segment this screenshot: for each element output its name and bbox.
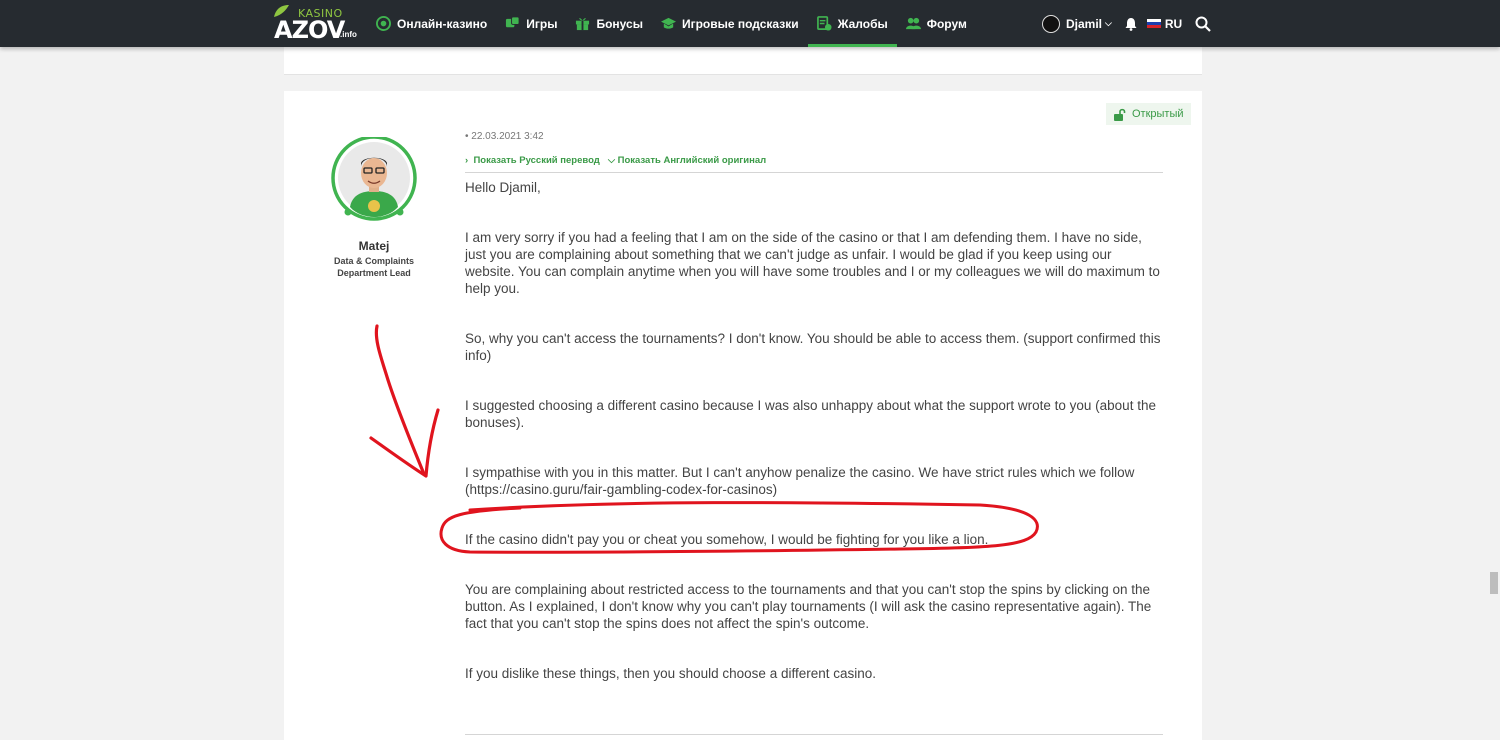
link-label: Показать Английский оригинал [617,155,767,166]
post-body: Hello Djamil, I am very sorry if you had… [465,179,1163,682]
author-role-line: Department Lead [337,268,411,278]
nav-item-gaming-tips[interactable]: Игровые подсказки [652,0,808,47]
status-badge: Открытый [1106,103,1191,125]
previous-post-card [284,47,1202,75]
nav-item-online-casino[interactable]: Онлайн-казино [376,0,496,47]
divider [465,734,1163,735]
author-name[interactable]: Matej [330,239,418,253]
top-navigation-bar: KASINO AZOV .info Онлайн-казино Игры Бон… [0,0,1500,47]
nav-item-forum[interactable]: Форум [897,0,976,47]
post-paragraph: So, why you can't access the tournaments… [465,331,1161,363]
status-label: Открытый [1132,108,1184,120]
bell-icon[interactable] [1124,17,1138,31]
author-role: Data & Complaints Department Lead [330,255,418,279]
site-logo[interactable]: KASINO AZOV .info [272,4,362,44]
user-name[interactable]: Djamil [1066,17,1102,31]
complaint-icon [816,16,832,31]
unlock-icon [1114,108,1126,121]
post-date: • 22.03.2021 3:42 [465,131,544,142]
nav-label: Игровые подсказки [681,16,799,31]
show-translation-link[interactable]: › Показать Русский перевод [465,155,600,167]
gift-icon [576,18,590,31]
russia-flag-icon[interactable] [1146,18,1161,29]
post-paragraph-highlighted: If the casino didn't pay you or cheat yo… [465,532,989,547]
users-icon [905,17,921,30]
chevron-down-icon[interactable]: ⌵ [1105,18,1112,29]
nav-item-games[interactable]: Игры [496,0,566,47]
nav-label: Форум [926,16,967,31]
post-paragraph: I am very sorry if you had a feeling tha… [465,230,1160,296]
graduation-cap-icon [660,17,676,29]
nav-label: Жалобы [837,16,888,31]
show-original-link[interactable]: ⌵ Показать Английский оригинал [608,155,766,167]
logo-azov-text: AZOV [274,16,345,44]
language-selector[interactable]: RU [1165,17,1182,31]
nav-item-complaints[interactable]: Жалобы [807,0,897,47]
scrollbar-thumb[interactable] [1490,572,1498,594]
divider [465,172,1163,173]
post-paragraph: I suggested choosing a different casino … [465,398,1156,430]
complaint-post-card: Открытый Matej Data & Complaints Departm [284,91,1202,740]
link-label: Показать Русский перевод [473,155,600,166]
translation-links: › Показать Русский перевод ⌵ Показать Ан… [465,155,1163,167]
author-role-line: Data & Complaints [333,256,414,266]
nav-label: Бонусы [596,16,643,31]
nav-label: Онлайн-казино [397,16,488,31]
nav-item-bonuses[interactable]: Бонусы [566,0,652,47]
author-avatar-image [331,135,417,221]
post-content: • 22.03.2021 3:42 › Показать Русский пер… [465,131,1163,715]
user-tools: Djamil ⌵ RU [1042,0,1211,47]
post-paragraph: If you dislike these things, then you sh… [465,666,877,681]
post-paragraph: You are complaining about restricted acc… [465,582,1152,631]
user-avatar[interactable] [1042,14,1060,33]
logo-suffix-text: .info [340,30,357,39]
post-author: Matej Data & Complaints Department Lead [330,135,418,279]
casino-chip-icon [376,16,391,31]
main-nav: Онлайн-казино Игры Бонусы Игровые подска… [376,0,976,47]
search-icon[interactable] [1195,16,1211,32]
nav-label: Игры [526,16,558,31]
post-paragraph: I sympathise with you in this matter. Bu… [465,465,1135,497]
post-paragraph: Hello Djamil, [465,180,541,195]
avatar[interactable] [330,135,418,221]
dice-icon [506,16,520,28]
